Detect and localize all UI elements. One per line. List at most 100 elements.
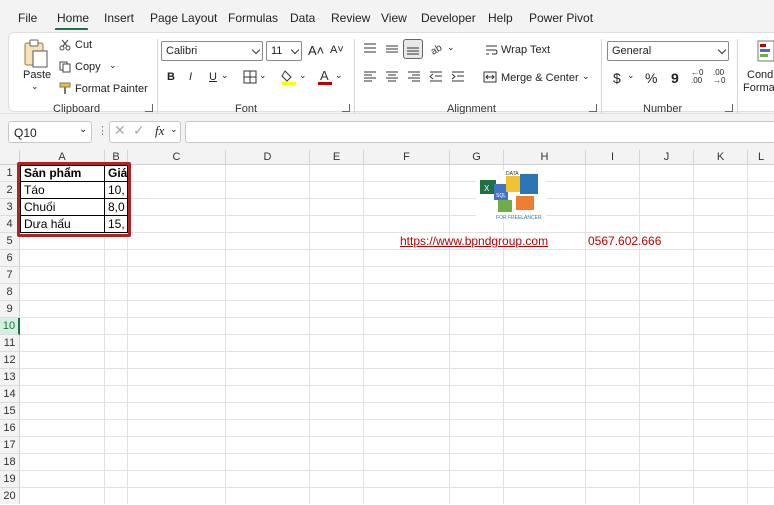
formula-input[interactable] — [185, 121, 774, 143]
orientation-icon[interactable]: ab — [429, 41, 445, 57]
column-header-j[interactable]: J — [640, 150, 694, 165]
scissors-icon[interactable] — [59, 39, 71, 51]
merge-center-icon[interactable] — [483, 71, 497, 83]
merge-dropdown-icon[interactable]: ⌄ — [582, 71, 590, 82]
tab-view[interactable]: View — [381, 11, 407, 25]
tab-help[interactable]: Help — [488, 11, 513, 25]
orientation-dropdown-icon[interactable]: ⌄ — [447, 42, 455, 53]
underline-button[interactable]: U — [209, 71, 217, 83]
row-header-12[interactable]: 12 — [0, 352, 20, 369]
column-header-l[interactable]: L — [748, 150, 774, 165]
fill-color-icon[interactable] — [281, 69, 297, 85]
conditional-formatting-label-1[interactable]: Condi — [747, 69, 774, 81]
tab-formulas[interactable]: Formulas — [228, 11, 278, 25]
column-header-k[interactable]: K — [694, 150, 748, 165]
tab-review[interactable]: Review — [331, 11, 370, 25]
row-header-6[interactable]: 6 — [0, 250, 20, 267]
column-header-h[interactable]: H — [504, 150, 586, 165]
row-header-9[interactable]: 9 — [0, 301, 20, 318]
column-header-g[interactable]: G — [450, 150, 504, 165]
tab-page-layout[interactable]: Page Layout — [150, 11, 217, 25]
merge-center-button[interactable]: Merge & Center — [501, 72, 579, 84]
row-header-19[interactable]: 19 — [0, 471, 20, 488]
column-header-f[interactable]: F — [364, 150, 450, 165]
format-painter-button[interactable]: Format Painter — [75, 83, 148, 95]
fx-dropdown-icon[interactable]: ⌄ — [170, 124, 178, 135]
comma-style-button[interactable]: 9 — [671, 70, 679, 86]
copy-dropdown-icon[interactable]: ⌄ — [109, 60, 117, 71]
insert-function-button[interactable]: fx — [155, 123, 164, 139]
borders-icon[interactable] — [243, 70, 257, 84]
clipboard-launcher-icon[interactable] — [145, 104, 153, 112]
row-header-15[interactable]: 15 — [0, 403, 20, 420]
format-painter-icon[interactable] — [59, 82, 72, 95]
wrap-text-icon[interactable] — [485, 44, 498, 56]
underline-dropdown-icon[interactable]: ⌄ — [221, 70, 229, 81]
increase-decimal-icon[interactable]: ←0.00 — [691, 69, 703, 85]
row-header-20[interactable]: 20 — [0, 488, 20, 504]
enter-icon[interactable]: ✓ — [133, 122, 145, 139]
row-header-16[interactable]: 16 — [0, 420, 20, 437]
gridline — [20, 266, 774, 267]
tab-home[interactable]: Home — [57, 11, 89, 25]
row-header-7[interactable]: 7 — [0, 267, 20, 284]
align-left-icon[interactable] — [363, 71, 377, 83]
bold-button[interactable]: B — [167, 71, 175, 83]
decrease-indent-icon[interactable] — [429, 71, 443, 83]
column-header-i[interactable]: I — [586, 150, 640, 165]
alignment-launcher-icon[interactable] — [589, 104, 597, 112]
fill-color-dropdown-icon[interactable]: ⌄ — [299, 70, 307, 81]
currency-dropdown-icon[interactable]: ⌄ — [627, 70, 635, 81]
chevron-down-icon — [290, 45, 300, 55]
font-size-combo[interactable]: 11 — [266, 41, 302, 61]
increase-indent-icon[interactable] — [451, 71, 465, 83]
tab-power-pivot[interactable]: Power Pivot — [529, 11, 593, 25]
tab-developer[interactable]: Developer — [421, 11, 476, 25]
row-header-13[interactable]: 13 — [0, 369, 20, 386]
paste-dropdown-icon[interactable]: ⌄ — [31, 81, 39, 92]
cut-button[interactable]: Cut — [75, 39, 92, 51]
tab-data[interactable]: Data — [290, 11, 315, 25]
row-header-17[interactable]: 17 — [0, 437, 20, 454]
paste-icon[interactable] — [23, 39, 49, 69]
font-color-icon[interactable]: A — [317, 68, 333, 86]
chevron-down-icon — [717, 45, 727, 55]
align-bottom-icon[interactable] — [403, 39, 423, 59]
logo-image[interactable]: X DATA SQL FOR FREELANCER — [476, 170, 546, 222]
conditional-formatting-label-2[interactable]: Format — [743, 82, 774, 94]
column-header-d[interactable]: D — [226, 150, 310, 165]
font-color-dropdown-icon[interactable]: ⌄ — [335, 70, 343, 81]
cancel-icon[interactable]: ✕ — [114, 122, 126, 139]
column-header-c[interactable]: C — [128, 150, 226, 165]
number-format-combo[interactable]: General — [607, 41, 729, 61]
align-top-icon[interactable] — [363, 43, 377, 55]
name-box-dropdown-icon[interactable]: ⌄ — [79, 124, 87, 135]
number-launcher-icon[interactable] — [725, 104, 733, 112]
copy-button[interactable]: Copy — [75, 61, 101, 73]
website-link[interactable]: https://www.bpndgroup.com — [400, 233, 548, 250]
conditional-formatting-icon[interactable] — [757, 39, 774, 63]
align-middle-icon[interactable] — [385, 43, 399, 55]
decrease-decimal-icon[interactable]: .00 →0 — [713, 69, 725, 85]
row-header-8[interactable]: 8 — [0, 284, 20, 301]
tab-file[interactable]: File — [18, 11, 37, 25]
column-header-e[interactable]: E — [310, 150, 364, 165]
align-right-icon[interactable] — [407, 71, 421, 83]
decrease-font-icon[interactable]: A˅ — [330, 44, 344, 56]
paste-button[interactable]: Paste — [23, 69, 51, 81]
font-name-combo[interactable]: Calibri — [161, 41, 263, 61]
row-header-10[interactable]: 10 — [0, 318, 20, 335]
tab-insert[interactable]: Insert — [104, 11, 134, 25]
row-header-14[interactable]: 14 — [0, 386, 20, 403]
borders-dropdown-icon[interactable]: ⌄ — [259, 70, 267, 81]
row-header-11[interactable]: 11 — [0, 335, 20, 352]
currency-button[interactable]: $ — [613, 70, 621, 86]
percent-button[interactable]: % — [645, 70, 657, 86]
copy-icon[interactable] — [59, 61, 71, 73]
italic-button[interactable]: I — [189, 71, 192, 83]
wrap-text-button[interactable]: Wrap Text — [501, 44, 550, 56]
align-center-icon[interactable] — [385, 71, 399, 83]
row-header-18[interactable]: 18 — [0, 454, 20, 471]
increase-font-icon[interactable]: A˄ — [308, 43, 324, 58]
font-launcher-icon[interactable] — [342, 104, 350, 112]
